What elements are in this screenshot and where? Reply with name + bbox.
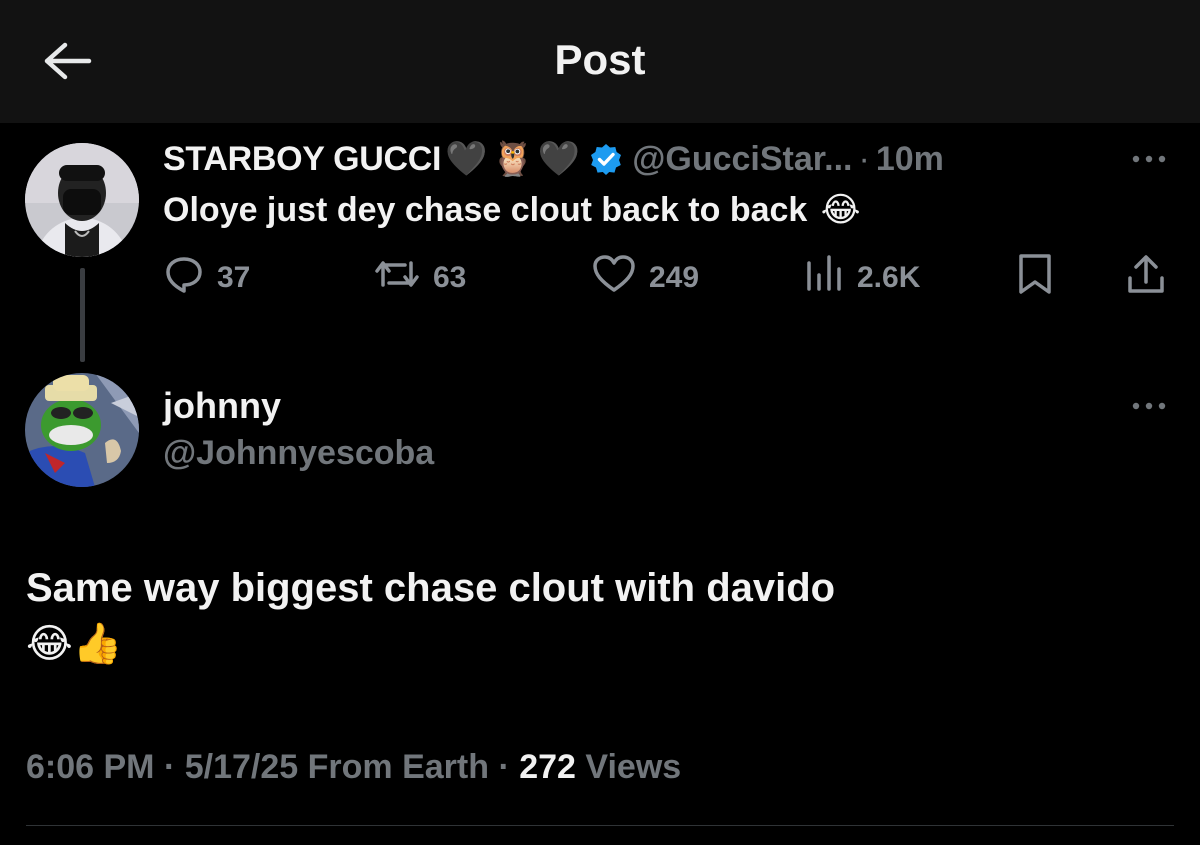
reply-button[interactable]: 37 bbox=[163, 252, 250, 304]
avatar-johnny[interactable] bbox=[25, 373, 139, 487]
reply-emojis: 😂👍 bbox=[26, 621, 123, 667]
share-button[interactable] bbox=[1125, 252, 1179, 304]
black-heart-emoji: 🖤 bbox=[445, 139, 488, 179]
top-bar: Post bbox=[0, 0, 1200, 123]
reply-post-text: Same way biggest chase clout with davido… bbox=[26, 560, 1126, 672]
parent-post-text: Oloye just dey chase clout back to back … bbox=[163, 190, 861, 230]
post-views-label[interactable]: Views bbox=[585, 748, 681, 786]
post-location: From Earth bbox=[307, 748, 489, 786]
like-button[interactable]: 249 bbox=[591, 252, 699, 304]
reply-post-body: Same way biggest chase clout with davido bbox=[26, 566, 836, 610]
views-button[interactable]: 2.6K bbox=[803, 252, 920, 304]
divider bbox=[26, 825, 1174, 826]
avatar-starboy[interactable] bbox=[25, 143, 139, 257]
reply-display-name[interactable]: johnny bbox=[163, 385, 281, 427]
parent-handle[interactable]: @GucciStar... bbox=[632, 140, 852, 179]
parent-display-name[interactable]: STARBOY GUCCI bbox=[163, 140, 442, 179]
post-views-count[interactable]: 272 bbox=[519, 748, 576, 786]
bookmark-button[interactable] bbox=[1015, 252, 1067, 304]
post-time[interactable]: 6:06 PM bbox=[26, 748, 155, 786]
parent-post-body: Oloye just dey chase clout back to back bbox=[163, 191, 808, 229]
reply-more-button[interactable] bbox=[1127, 393, 1171, 423]
share-icon bbox=[1125, 252, 1179, 304]
parent-post-time[interactable]: 10m bbox=[876, 140, 944, 179]
more-dots-icon bbox=[1129, 152, 1169, 170]
bookmark-icon bbox=[1015, 252, 1067, 304]
views-count: 2.6K bbox=[857, 261, 921, 294]
parent-post-header: STARBOY GUCCI 🖤 🦉 🖤 @GucciStar... · 10m bbox=[163, 136, 944, 182]
repost-count: 63 bbox=[433, 261, 467, 294]
bar-chart-icon bbox=[803, 253, 857, 303]
like-count: 249 bbox=[649, 261, 700, 294]
black-heart-emoji: 🖤 bbox=[537, 139, 581, 179]
thread-connector-line bbox=[80, 268, 85, 362]
repost-icon bbox=[373, 253, 433, 303]
post-metadata: 6:06 PM · 5/17/25 From Earth · 272 Views bbox=[26, 748, 681, 787]
page-title: Post bbox=[554, 36, 646, 83]
parent-more-button[interactable] bbox=[1127, 146, 1171, 176]
reply-handle[interactable]: @Johnnyescoba bbox=[163, 434, 434, 473]
more-dots-icon bbox=[1129, 399, 1169, 417]
separator-dot: · bbox=[498, 748, 510, 786]
reply-icon bbox=[163, 253, 217, 303]
verified-badge-icon[interactable] bbox=[590, 143, 622, 175]
separator-dot: · bbox=[858, 139, 870, 178]
laughing-emoji: 😂 bbox=[820, 190, 861, 230]
heart-icon bbox=[591, 253, 649, 303]
post-date[interactable]: 5/17/25 bbox=[185, 748, 298, 786]
repost-button[interactable]: 63 bbox=[373, 252, 466, 304]
owl-emoji: 🦉 bbox=[491, 139, 534, 179]
reply-count: 37 bbox=[217, 261, 251, 294]
separator-dot: · bbox=[163, 748, 176, 786]
parent-action-bar: 37 63 249 2.6K bbox=[163, 252, 1173, 304]
